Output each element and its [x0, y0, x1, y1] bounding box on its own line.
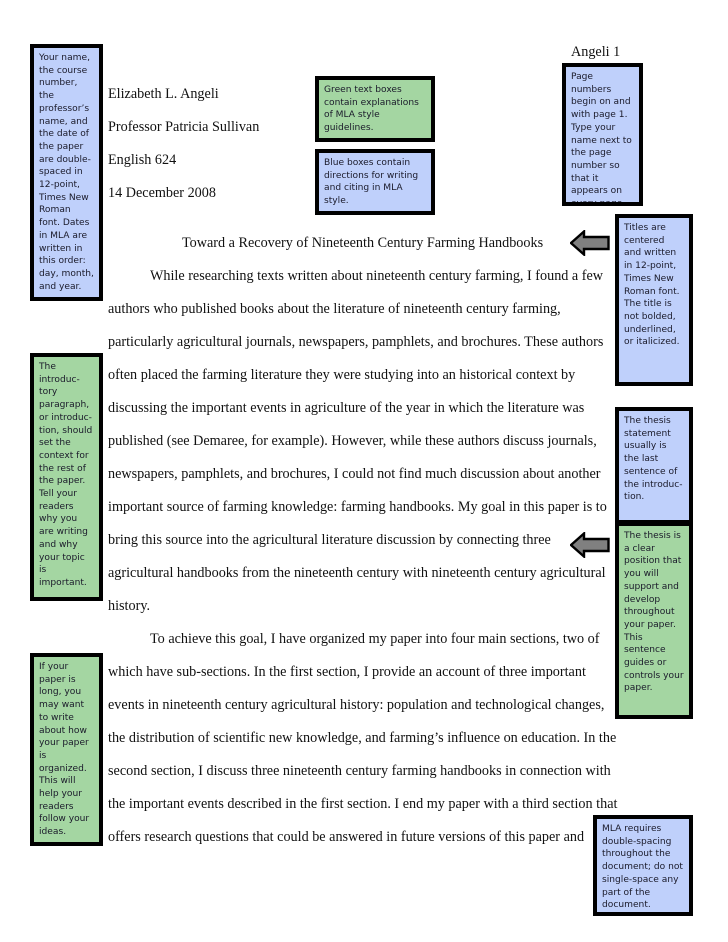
note-heading-info: Your name, the course number, the profes…	[30, 44, 103, 301]
body-line: which have sub-sections. In the first se…	[108, 664, 586, 680]
note-page-numbers: Page numbers begin on and with page 1. T…	[562, 63, 643, 206]
body-line: the important events described in the fi…	[108, 796, 618, 812]
thesis-arrow-shape	[570, 532, 610, 558]
body-line: events in nineteenth century agricultura…	[108, 697, 605, 713]
note-thesis-position: The thesis is a clear position that you …	[615, 522, 693, 719]
body-line: the distribution of scientific new knowl…	[108, 730, 617, 746]
note-thesis-statement: The thesis statement usually is the last…	[615, 407, 693, 524]
paper-title: Toward a Recovery of Nineteenth Century …	[182, 235, 544, 251]
body-line: often placed the farming literature they…	[108, 367, 576, 383]
author-name: Elizabeth L. Angeli	[108, 86, 219, 102]
body-line: discussing the important events in agric…	[108, 400, 585, 416]
mla-sample-page: Angeli 1 Elizabeth L. Angeli Professor P…	[0, 0, 728, 942]
paper-date: 14 December 2008	[108, 185, 216, 201]
note-organization: If your paper is long, you may want to w…	[30, 653, 103, 846]
note-double-spacing: MLA requires double-spacing throughout t…	[593, 815, 693, 916]
body-line: published (see Demaree, for example). Ho…	[108, 433, 597, 449]
body-line: important source of farming knowledge: f…	[108, 499, 607, 515]
body-line: To achieve this goal, I have organized m…	[150, 631, 600, 647]
body-line: history.	[108, 598, 151, 614]
body-line: offers research questions that could be …	[108, 829, 585, 845]
course-name: English 624	[108, 152, 177, 168]
body-line: While researching texts written about ni…	[150, 268, 604, 284]
body-line: authors who published books about the li…	[108, 301, 561, 317]
left-arrow-icon	[570, 230, 610, 256]
body-line: bring this source into the agricultural …	[108, 532, 551, 548]
left-arrow-icon	[570, 532, 610, 558]
title-arrow-shape	[570, 230, 610, 256]
legend-blue-box: Blue boxes contain directions for writin…	[315, 149, 435, 215]
body-line: newspapers, pamphlets, and brochures, I …	[108, 466, 601, 482]
professor-name: Professor Patricia Sullivan	[108, 119, 260, 135]
note-titles: Titles are centered and written in 12-po…	[615, 214, 693, 386]
body-line: particularly agricultural journals, news…	[108, 334, 604, 350]
body-line: agricultural handbooks from the nineteen…	[108, 565, 606, 581]
body-line: second section, I discuss three nineteen…	[108, 763, 611, 779]
running-head: Angeli 1	[571, 44, 621, 60]
legend-green-box: Green text boxes contain explanations of…	[315, 76, 435, 142]
note-introduction: The introduc-tory paragraph, or introduc…	[30, 353, 103, 601]
